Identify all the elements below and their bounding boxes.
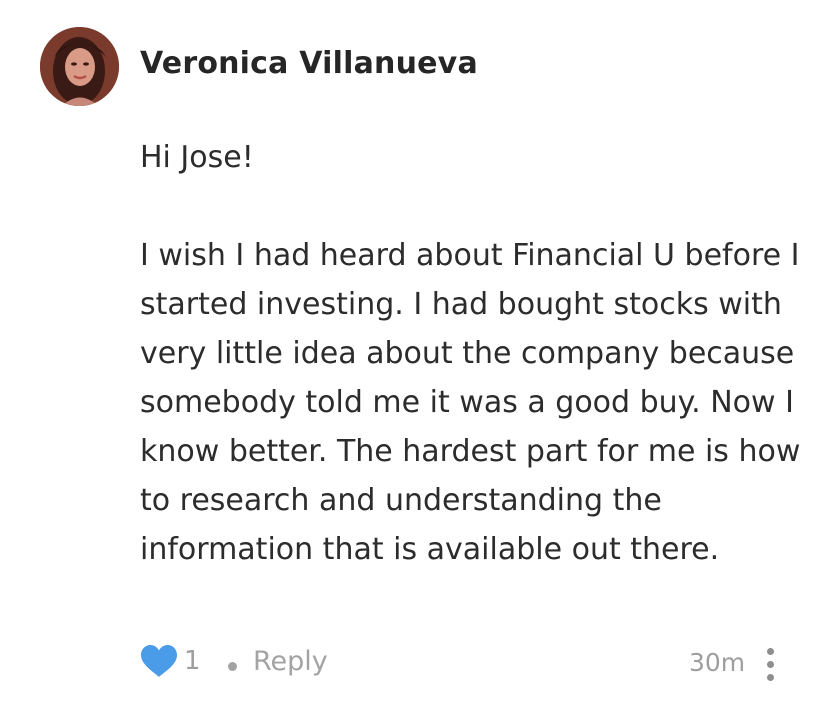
comment-text: I wish I had heard about Financial U bef… <box>140 238 801 567</box>
timestamp: 30m <box>689 648 746 677</box>
comment-footer: 1 Reply 30m <box>140 642 790 690</box>
avatar[interactable] <box>40 27 119 106</box>
like-button[interactable]: 1 <box>140 644 201 678</box>
comment-body: Hi Jose! I wish I had heard about Financ… <box>140 133 808 574</box>
reply-button[interactable]: Reply <box>253 646 328 677</box>
comment-card: Veronica Villanueva Hi Jose! I wish I ha… <box>0 0 828 728</box>
like-count: 1 <box>184 646 201 676</box>
comment-greeting: Hi Jose! <box>140 140 254 175</box>
more-vertical-icon[interactable] <box>764 648 776 682</box>
separator-dot <box>228 662 237 671</box>
author-name[interactable]: Veronica Villanueva <box>140 46 478 81</box>
heart-icon[interactable] <box>140 644 178 678</box>
